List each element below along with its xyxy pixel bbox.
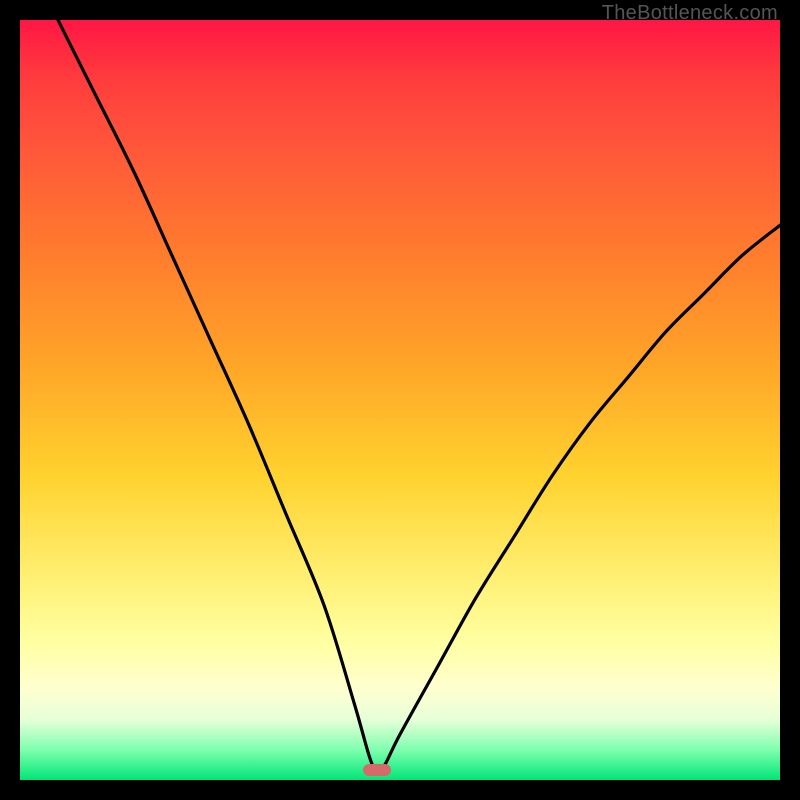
chart-frame: TheBottleneck.com [0,0,800,800]
bottleneck-curve-path [58,20,780,773]
min-marker [363,764,391,776]
plot-area [20,20,780,780]
curve-svg [20,20,780,780]
